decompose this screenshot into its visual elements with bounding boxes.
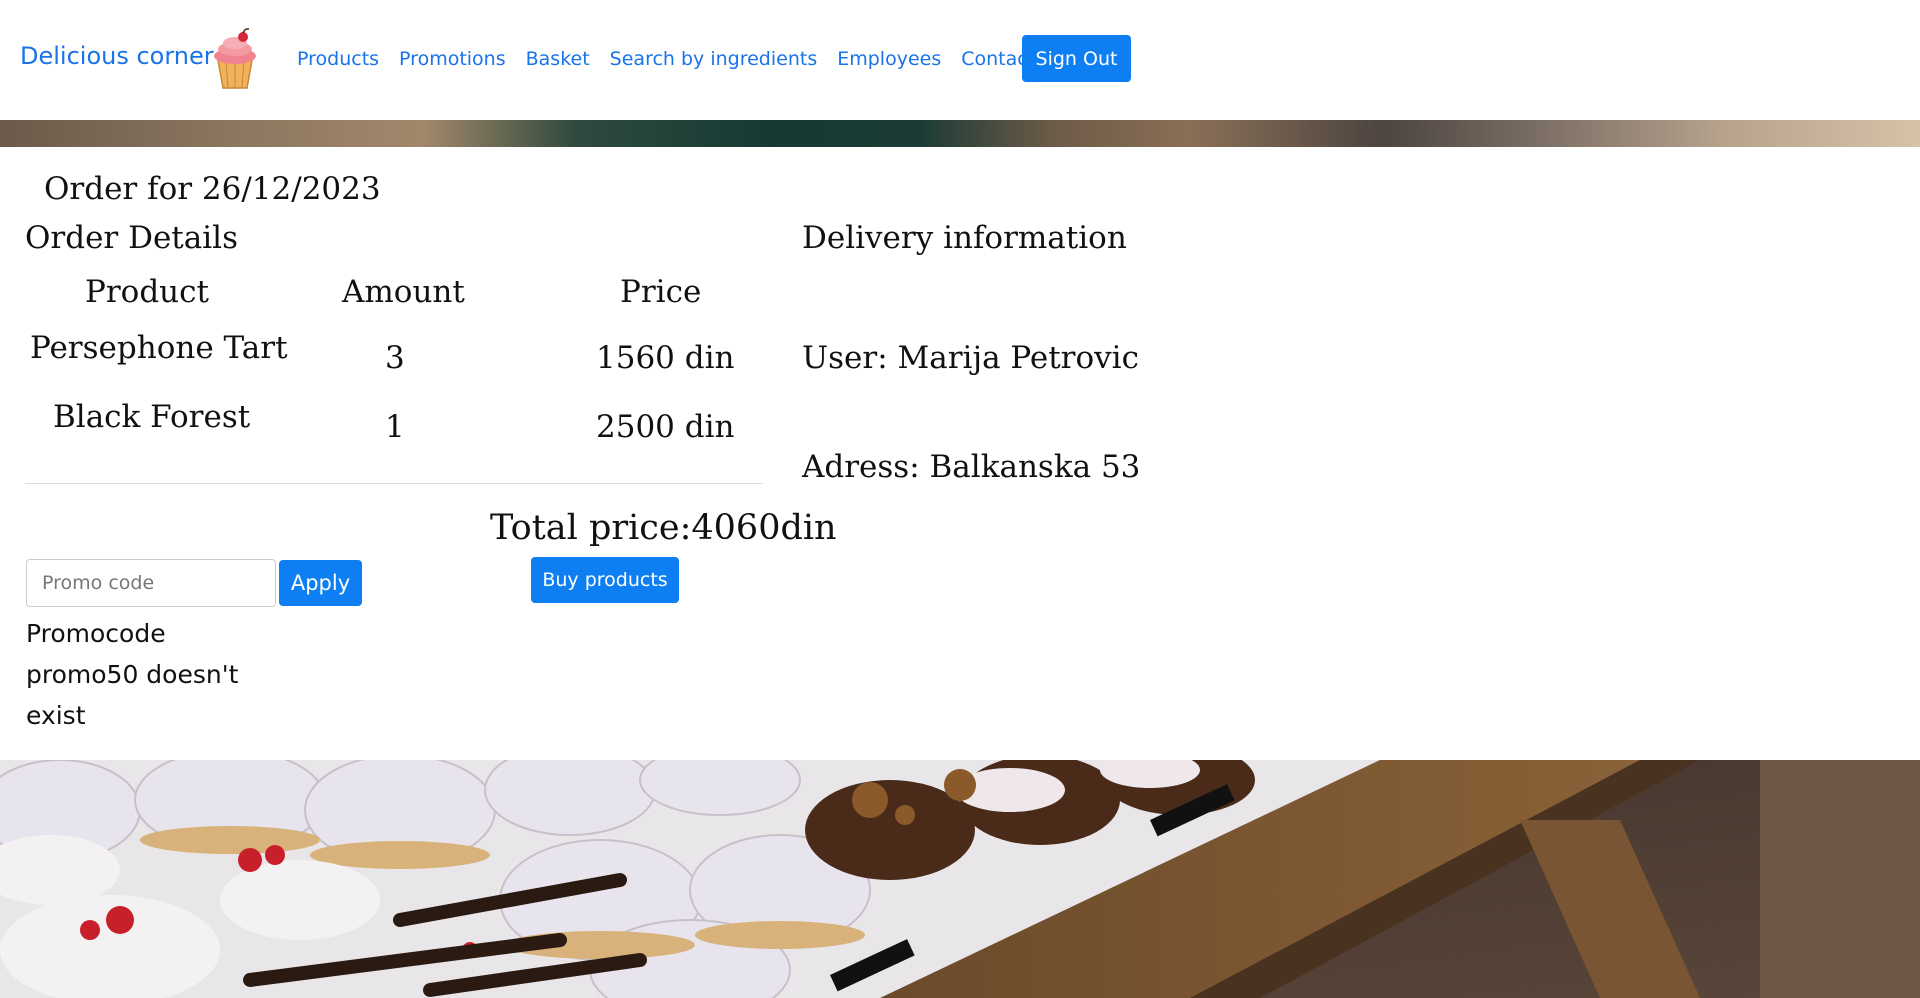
- total-price: Total price:4060din: [490, 508, 837, 548]
- navbar: Delicious corner Products Promotions Bas…: [0, 0, 1920, 120]
- delivery-address: Adress: Balkanska 53: [802, 449, 1141, 485]
- nav-employees[interactable]: Employees: [837, 48, 941, 70]
- sign-out-button[interactable]: Sign Out: [1022, 35, 1131, 82]
- delivery-heading: Delivery information: [802, 220, 1127, 256]
- order-panel: Order for 26/12/2023 Order Details Produ…: [0, 147, 1920, 760]
- row-2-product: Black Forest: [53, 399, 251, 435]
- order-title: Order for 26/12/2023: [44, 171, 381, 207]
- column-header-product: Product: [85, 274, 209, 310]
- row-1-price: 1560 din: [596, 340, 735, 376]
- nav-basket[interactable]: Basket: [526, 48, 590, 70]
- background-image-pastries: [0, 760, 1920, 998]
- cupcake-icon: [214, 28, 256, 89]
- row-1-product: Persephone Tart: [30, 330, 288, 366]
- table-divider: [25, 483, 763, 484]
- nav-links: Products Promotions Basket Search by ing…: [297, 48, 1083, 70]
- promo-error-message: Promocode promo50 doesn't exist: [26, 619, 239, 730]
- column-header-price: Price: [620, 274, 702, 310]
- nav-promotions[interactable]: Promotions: [399, 48, 506, 70]
- apply-promo-button[interactable]: Apply: [279, 560, 362, 606]
- nav-search-by-ingredients[interactable]: Search by ingredients: [610, 48, 818, 70]
- row-2-price: 2500 din: [596, 409, 735, 445]
- column-header-amount: Amount: [342, 274, 465, 310]
- brand-link[interactable]: Delicious corner: [20, 42, 214, 70]
- delivery-user: User: Marija Petrovic: [802, 340, 1139, 376]
- nav-products[interactable]: Products: [297, 48, 379, 70]
- row-1-amount: 3: [385, 340, 405, 376]
- buy-products-button[interactable]: Buy products: [531, 557, 679, 603]
- background-image-top: [0, 120, 1920, 147]
- order-details-heading: Order Details: [25, 220, 238, 256]
- promo-code-input[interactable]: [26, 559, 276, 607]
- row-2-amount: 1: [385, 409, 405, 445]
